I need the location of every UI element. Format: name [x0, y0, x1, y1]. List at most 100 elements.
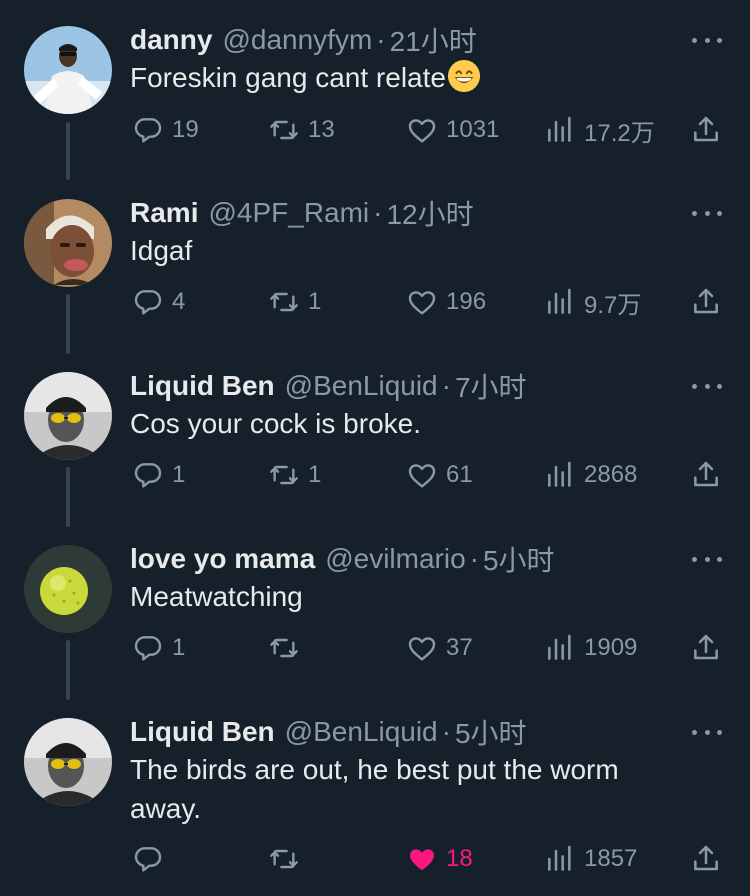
- reply-button[interactable]: 4: [132, 282, 185, 322]
- tweet-actions: 4 1 196 9.7万: [0, 282, 750, 322]
- tweet[interactable]: Rami @4PF_Rami · 12小时 Idgaf 4 1 196 9.7万: [0, 193, 750, 333]
- separator-dot: ·: [441, 716, 451, 747]
- views-button[interactable]: 2868: [544, 455, 637, 495]
- tweet-header: Rami @4PF_Rami · 12小时: [130, 193, 474, 233]
- timestamp[interactable]: 12小时: [386, 193, 473, 233]
- tweet-actions: 1 1 61 2868: [0, 455, 750, 495]
- tweet-text: Idgaf: [130, 231, 690, 270]
- like-count: 196: [446, 288, 487, 315]
- reply-button[interactable]: 19: [132, 110, 199, 150]
- retweet-icon: [270, 292, 298, 312]
- avatar-photo: [24, 372, 112, 460]
- user-handle[interactable]: @dannyfym: [222, 24, 372, 56]
- tweet-header: danny @dannyfym · 21小时: [130, 20, 477, 60]
- like-button[interactable]: 61: [406, 455, 473, 495]
- tweet-header: love yo mama @evilmario · 5小时: [130, 539, 555, 579]
- reply-thread: danny @dannyfym · 21小时 Foreskin gang can…: [0, 0, 750, 896]
- retweet-button[interactable]: 13: [268, 110, 335, 150]
- tweet-text-content: The birds are out, he best put the worm …: [130, 754, 619, 824]
- more-icon[interactable]: [692, 201, 722, 225]
- views-button[interactable]: 1909: [544, 628, 637, 668]
- like-count: 37: [446, 634, 473, 661]
- user-handle[interactable]: @4PF_Rami: [208, 197, 369, 229]
- tweet-text-content: Cos your cock is broke.: [130, 408, 421, 439]
- share-icon: [694, 288, 718, 314]
- tweet-actions: 18 1857: [0, 839, 750, 879]
- display-name[interactable]: Liquid Ben: [130, 370, 275, 402]
- more-icon[interactable]: [692, 28, 722, 52]
- like-button[interactable]: 18: [406, 839, 473, 879]
- views-icon: [548, 288, 571, 314]
- tweet[interactable]: Liquid Ben @BenLiquid · 5小时 The birds ar…: [0, 712, 750, 892]
- timestamp[interactable]: 7小时: [455, 366, 527, 406]
- retweet-count: 1: [308, 461, 322, 488]
- more-icon[interactable]: [692, 374, 722, 398]
- tweet-header: Liquid Ben @BenLiquid · 5小时: [130, 712, 527, 752]
- like-button[interactable]: 196: [406, 282, 486, 322]
- like-count: 61: [446, 461, 473, 488]
- timestamp[interactable]: 5小时: [483, 539, 555, 579]
- reply-count: 1: [172, 461, 186, 488]
- reply-count: 19: [172, 116, 199, 143]
- tweet[interactable]: love yo mama @evilmario · 5小时 Meatwatchi…: [0, 539, 750, 679]
- like-count: 1031: [446, 116, 500, 143]
- like-icon-filled: [410, 849, 434, 871]
- reply-icon: [134, 847, 162, 872]
- display-name[interactable]: danny: [130, 24, 212, 56]
- share-button[interactable]: [690, 282, 722, 322]
- avatar[interactable]: [24, 26, 112, 114]
- avatar-photo: [24, 26, 112, 114]
- share-icon: [694, 845, 718, 871]
- tweet[interactable]: danny @dannyfym · 21小时 Foreskin gang can…: [0, 20, 750, 160]
- share-button[interactable]: [690, 628, 722, 668]
- display-name[interactable]: love yo mama: [130, 543, 315, 575]
- retweet-icon: [270, 849, 298, 869]
- more-icon[interactable]: [692, 720, 722, 744]
- share-icon: [694, 461, 718, 487]
- avatar[interactable]: [24, 199, 112, 287]
- user-handle[interactable]: @BenLiquid: [285, 716, 438, 748]
- reply-button[interactable]: [132, 839, 172, 879]
- user-handle[interactable]: @BenLiquid: [285, 370, 438, 402]
- more-icon[interactable]: [692, 547, 722, 571]
- views-button[interactable]: 1857: [544, 839, 637, 879]
- user-handle[interactable]: @evilmario: [325, 543, 465, 575]
- share-button[interactable]: [690, 839, 722, 879]
- like-count: 18: [446, 845, 473, 872]
- retweet-button[interactable]: 1: [268, 282, 321, 322]
- share-icon: [694, 634, 718, 660]
- retweet-button[interactable]: 1: [268, 455, 321, 495]
- like-button[interactable]: 37: [406, 628, 473, 668]
- retweet-count: 1: [308, 288, 322, 315]
- tweet[interactable]: Liquid Ben @BenLiquid · 7小时 Cos your coc…: [0, 366, 750, 506]
- like-icon: [408, 291, 436, 315]
- like-icon: [408, 464, 436, 488]
- avatar[interactable]: [24, 372, 112, 460]
- views-icon: [548, 634, 571, 660]
- views-count: 1909: [584, 634, 638, 661]
- reply-button[interactable]: 1: [132, 628, 185, 668]
- retweet-button[interactable]: [268, 839, 308, 879]
- display-name[interactable]: Liquid Ben: [130, 716, 275, 748]
- display-name[interactable]: Rami: [130, 197, 198, 229]
- avatar[interactable]: [24, 545, 112, 633]
- reply-button[interactable]: 1: [132, 455, 185, 495]
- retweet-icon: [270, 465, 298, 485]
- avatar-photo: [24, 718, 112, 806]
- reply-count: 1: [172, 634, 186, 661]
- reply-icon: [134, 290, 162, 315]
- like-button[interactable]: 1031: [406, 110, 499, 150]
- share-button[interactable]: [690, 110, 722, 150]
- like-icon: [408, 119, 436, 143]
- views-icon: [548, 116, 571, 142]
- timestamp[interactable]: 5小时: [455, 712, 527, 752]
- views-button[interactable]: 9.7万: [544, 282, 641, 322]
- timestamp[interactable]: 21小时: [390, 20, 477, 60]
- reply-icon: [134, 118, 162, 143]
- reply-count: 4: [172, 288, 186, 315]
- retweet-button[interactable]: [268, 628, 308, 668]
- views-count: 9.7万: [584, 291, 642, 319]
- avatar[interactable]: [24, 718, 112, 806]
- share-button[interactable]: [690, 455, 722, 495]
- views-button[interactable]: 17.2万: [544, 110, 655, 150]
